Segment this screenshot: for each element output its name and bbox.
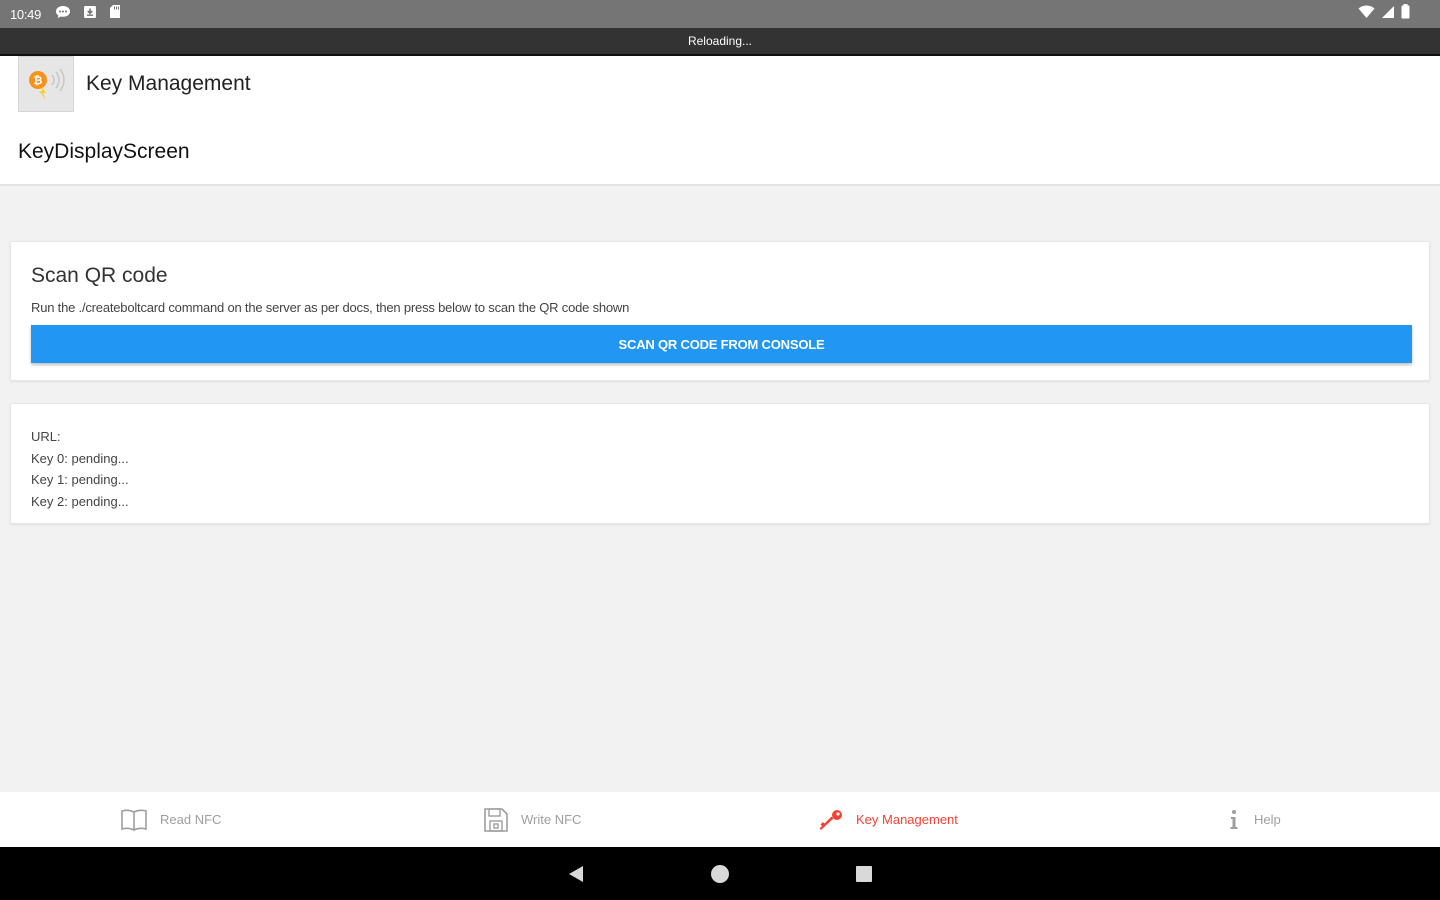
nav-read-nfc[interactable]: Read NFC <box>120 792 221 847</box>
app-title: Key Management <box>86 72 251 95</box>
screen-title: KeyDisplayScreen <box>18 140 190 163</box>
bolt-card-logo-icon: ₿ <box>29 68 65 100</box>
back-triangle-icon <box>569 865 583 882</box>
scan-qr-card: Scan QR code Run the ./createboltcard co… <box>10 241 1430 381</box>
system-nav-bar <box>0 847 1440 900</box>
key-0-line: Key 0: pending... <box>31 450 129 466</box>
key-icon <box>818 808 844 832</box>
nav-write-nfc-label: Write NFC <box>521 812 582 827</box>
nav-key-management-label: Key Management <box>856 812 958 827</box>
nav-help[interactable]: Help <box>1226 792 1281 847</box>
recents-square-icon <box>856 865 872 882</box>
app-header: ₿ Key Management KeyDisplayScreen <box>0 56 1440 186</box>
save-icon <box>483 807 509 833</box>
keys-list: URL: Key 0: pending... Key 1: pending...… <box>31 426 129 512</box>
scan-qr-button[interactable]: SCAN QR CODE FROM CONSOLE <box>31 325 1412 363</box>
signal-icon <box>1381 5 1395 24</box>
back-button[interactable] <box>556 847 596 900</box>
home-button[interactable] <box>700 847 740 900</box>
nav-key-management[interactable]: Key Management <box>818 792 958 847</box>
keys-card: URL: Key 0: pending... Key 1: pending...… <box>10 403 1430 524</box>
status-time: 10:49 <box>10 6 42 22</box>
status-right-icons <box>1358 4 1430 24</box>
svg-text:₿: ₿ <box>34 74 43 87</box>
scan-qr-title: Scan QR code <box>31 264 168 287</box>
wifi-icon <box>1358 5 1375 24</box>
reloading-banner: Reloading... <box>0 28 1440 56</box>
url-line: URL: <box>31 429 61 444</box>
scan-qr-description: Run the ./createboltcard command on the … <box>31 300 630 315</box>
bottom-nav: Read NFC Write NFC Key Management Help <box>0 792 1440 847</box>
info-icon <box>1226 808 1242 832</box>
sd-card-icon <box>109 4 121 24</box>
status-bar: 10:49 <box>0 0 1440 28</box>
key-2-line: Key 2: pending... <box>31 493 129 509</box>
key-1-line: Key 1: pending... <box>31 472 129 487</box>
book-icon <box>120 808 148 832</box>
recents-button[interactable] <box>844 847 884 900</box>
nav-help-label: Help <box>1254 812 1281 827</box>
app-logo: ₿ <box>18 56 74 112</box>
chat-icon <box>55 5 71 24</box>
nav-write-nfc[interactable]: Write NFC <box>483 792 581 847</box>
battery-icon <box>1401 4 1410 24</box>
status-left-icons <box>55 4 121 24</box>
nav-read-nfc-label: Read NFC <box>160 812 222 827</box>
home-circle-icon <box>711 864 729 883</box>
reloading-text: Reloading... <box>687 34 753 48</box>
download-box-icon <box>83 5 97 24</box>
